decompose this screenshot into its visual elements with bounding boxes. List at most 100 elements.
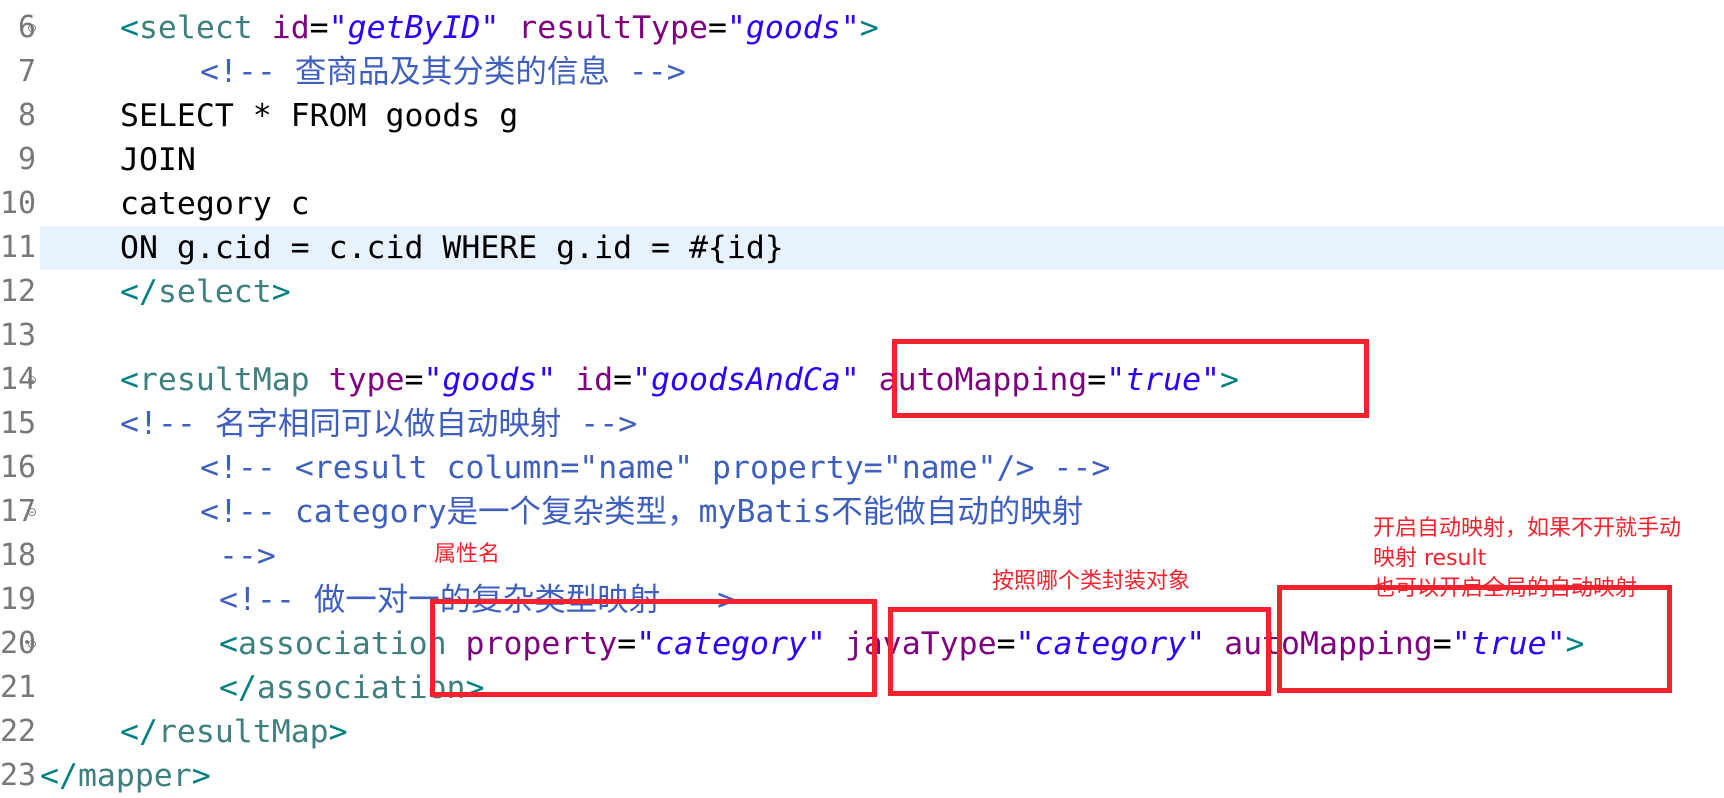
line-number: 12 xyxy=(0,270,40,314)
code-token: </ xyxy=(120,714,158,750)
code-token: = xyxy=(996,626,1016,662)
code-text: <!-- <result column="name" property="nam… xyxy=(200,446,1110,490)
code-line[interactable]: 12 </select> xyxy=(0,270,1724,314)
code-text: <!-- 查商品及其分类的信息 --> xyxy=(200,50,686,94)
annotation-property-name: 属性名 xyxy=(434,542,501,567)
code-text: </select> xyxy=(120,270,291,314)
code-token: </ xyxy=(120,274,158,310)
line-number: 21 xyxy=(0,666,40,710)
code-line[interactable]: 9 JOIN xyxy=(0,138,1724,182)
line-number: 18 xyxy=(0,534,40,578)
line-number: 22 xyxy=(0,710,40,754)
code-token: resultMap xyxy=(138,362,310,398)
code-token: resultMap xyxy=(157,714,329,750)
line-number: 8 xyxy=(0,94,40,138)
code-token: "category" xyxy=(1015,626,1206,662)
code-token: > xyxy=(328,714,348,750)
code-token: javaType xyxy=(844,626,997,662)
code-line[interactable]: 6 ⊝ <select id="getByID" resultType="goods… xyxy=(0,6,1724,50)
code-token: > xyxy=(1565,626,1585,662)
code-token: </ xyxy=(40,758,78,794)
fold-toggle-icon[interactable]: ⊝ xyxy=(27,358,37,402)
annotation-automapping: 开启自动映射，如果不开就手动 映射 result 也可以开启全局的自动映射 xyxy=(1373,516,1682,601)
code-token: = xyxy=(613,362,633,398)
code-token: <!-- <result column="name" property="nam… xyxy=(200,450,1111,486)
code-token: select xyxy=(157,274,272,310)
code-token: </ xyxy=(200,670,257,706)
code-text: JOIN xyxy=(120,138,196,182)
code-token: --> xyxy=(200,538,276,574)
code-line[interactable]: 7 <!-- 查商品及其分类的信息 --> xyxy=(0,50,1724,94)
code-token: "goodsAndCa" xyxy=(632,362,860,398)
code-token: > xyxy=(271,274,291,310)
code-line[interactable]: 11 ON g.cid = c.cid WHERE g.id = #{id} xyxy=(0,226,1724,270)
code-text: <!-- category是一个复杂类型，myBatis不能做自动的映射 xyxy=(200,490,1083,534)
code-line[interactable]: 13 xyxy=(0,314,1724,358)
code-token: autoMapping xyxy=(878,362,1088,398)
fold-toggle-icon[interactable]: ⊝ xyxy=(27,6,37,50)
code-token: = xyxy=(1087,362,1107,398)
code-token: <!-- category是一个复杂类型，myBatis不能做自动的映射 xyxy=(200,494,1084,530)
code-token: property xyxy=(465,626,618,662)
code-token: "true" xyxy=(1106,362,1221,398)
code-token: < xyxy=(120,10,139,46)
line-number: 11 xyxy=(0,226,40,270)
code-line[interactable]: 14 ⊝ <resultMap type="goods" id="goodsAndC… xyxy=(0,358,1724,402)
line-number: 19 xyxy=(0,578,40,622)
line-number: 23 xyxy=(0,754,40,798)
code-line[interactable]: 10 category c xyxy=(0,182,1724,226)
code-text: <association property="category" javaTyp… xyxy=(200,622,1585,666)
code-token: "getByID" xyxy=(328,10,500,46)
code-token: "goods" xyxy=(423,362,557,398)
code-line[interactable]: 8 SELECT * FROM goods g xyxy=(0,94,1724,138)
code-token: = xyxy=(617,626,637,662)
code-text: </mapper> xyxy=(40,754,211,798)
fold-toggle-icon[interactable]: ⊝ xyxy=(27,622,37,666)
code-token: "true" xyxy=(1451,626,1566,662)
code-token: = xyxy=(1432,626,1452,662)
code-token: SELECT * FROM goods g xyxy=(120,98,519,134)
code-text: --> xyxy=(200,534,276,578)
fold-toggle-icon[interactable]: ⊝ xyxy=(27,490,37,534)
code-token: mapper xyxy=(77,758,192,794)
line-number: 13 xyxy=(0,314,40,358)
code-line[interactable]: 20 ⊝ <association property="category" jav… xyxy=(0,622,1724,666)
line-number: 15 xyxy=(0,402,40,446)
code-text: <select id="getByID" resultType="goods"> xyxy=(120,6,879,50)
code-text: <resultMap type="goods" id="goodsAndCa" … xyxy=(120,358,1239,402)
xml-code-editor[interactable]: 6 ⊝ <select id="getByID" resultType="goods… xyxy=(0,0,1724,798)
code-line[interactable]: 16 <!-- <result column="name" property="n… xyxy=(0,446,1724,490)
code-token: = xyxy=(309,10,329,46)
code-token: < xyxy=(200,626,238,662)
line-number: 10 xyxy=(0,182,40,226)
code-token: "category" xyxy=(636,626,826,662)
code-token: > xyxy=(465,670,485,706)
code-token: association xyxy=(237,626,447,662)
code-token: = xyxy=(404,362,424,398)
code-token: < xyxy=(120,362,139,398)
code-line[interactable]: 23 </mapper> xyxy=(0,754,1724,798)
code-token: autoMapping xyxy=(1224,626,1433,662)
code-token: ON g.cid = c.cid WHERE g.id = #{id} xyxy=(120,230,784,266)
code-line[interactable]: 22 </resultMap> xyxy=(0,710,1724,754)
code-token: > xyxy=(1220,362,1239,398)
code-line[interactable]: 21 </association> xyxy=(0,666,1724,710)
code-token: <!-- 名字相同可以做自动映射 --> xyxy=(120,406,638,442)
code-token: id xyxy=(575,362,614,398)
code-token: JOIN xyxy=(120,142,196,178)
code-token: resultType xyxy=(518,10,708,46)
line-number: 7 xyxy=(0,50,40,94)
code-line[interactable]: 15 <!-- 名字相同可以做自动映射 --> xyxy=(0,402,1724,446)
code-token: = xyxy=(707,10,727,46)
code-token: > xyxy=(859,10,879,46)
code-text: <!-- 名字相同可以做自动映射 --> xyxy=(120,402,637,446)
code-token: association xyxy=(256,670,466,706)
code-token: select xyxy=(138,10,253,46)
